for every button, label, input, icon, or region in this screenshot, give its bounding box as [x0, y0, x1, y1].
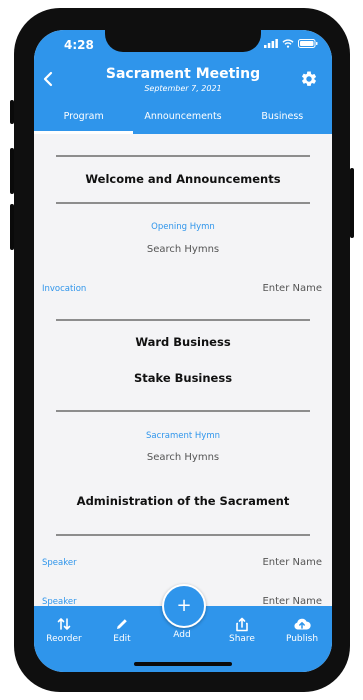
- cloud-upload-icon: [294, 618, 311, 630]
- notch: [105, 30, 261, 52]
- status-icons: [264, 39, 318, 48]
- signal-icon: [264, 39, 278, 48]
- opening-hymn-label: Opening Hymn: [151, 222, 215, 232]
- stake-business-heading: Stake Business: [133, 371, 233, 385]
- add-button[interactable]: +: [162, 584, 206, 628]
- share-icon: [236, 617, 248, 631]
- page-date: September 7, 2021: [144, 84, 222, 93]
- publish-button[interactable]: Publish: [272, 616, 332, 644]
- speaker-name-field[interactable]: Enter Name: [262, 557, 322, 568]
- invocation-name-field[interactable]: Enter Name: [262, 283, 322, 294]
- page-title: Sacrament Meeting: [105, 66, 261, 82]
- settings-button[interactable]: [300, 70, 318, 92]
- welcome-heading: Welcome and Announcements: [85, 172, 281, 186]
- edit-button[interactable]: Edit: [92, 616, 152, 644]
- power-button: [350, 168, 354, 238]
- edit-label: Edit: [113, 634, 131, 644]
- ward-business-heading: Ward Business: [135, 335, 231, 349]
- sacrament-hymn-search[interactable]: Search Hymns: [34, 452, 332, 463]
- tab-bar: Program Announcements Business: [34, 107, 332, 134]
- pencil-icon: [117, 619, 127, 629]
- tab-announcements[interactable]: Announcements: [133, 107, 232, 134]
- opening-hymn-search[interactable]: Search Hymns: [34, 244, 332, 255]
- battery-icon: [298, 39, 318, 48]
- divider: [56, 410, 310, 412]
- speaker-label: Speaker: [42, 558, 77, 568]
- add-label: Add: [173, 630, 191, 640]
- tab-business[interactable]: Business: [233, 107, 332, 134]
- reorder-label: Reorder: [46, 634, 82, 644]
- sacrament-hymn-label: Sacrament Hymn: [145, 431, 220, 441]
- publish-label: Publish: [285, 634, 319, 644]
- wifi-icon: [282, 39, 294, 48]
- app-screen: 4:28 Sacrament Meeting September 7, 2021…: [34, 30, 332, 672]
- reorder-button[interactable]: Reorder: [34, 616, 94, 644]
- share-button[interactable]: Share: [212, 616, 272, 644]
- volume-down-button: [10, 204, 14, 250]
- home-indicator: [134, 662, 232, 666]
- tab-program[interactable]: Program: [34, 107, 134, 134]
- reorder-icon: [57, 618, 71, 630]
- program-content: Welcome and Announcements Opening Hymn S…: [34, 134, 332, 607]
- administration-heading: Administration of the Sacrament: [76, 494, 290, 508]
- divider: [56, 155, 310, 157]
- plus-icon: +: [176, 595, 192, 616]
- divider: [56, 534, 310, 536]
- add-label-wrapper: Add: [152, 630, 212, 640]
- status-time: 4:28: [64, 38, 94, 52]
- share-label: Share: [229, 634, 255, 644]
- mute-switch: [10, 100, 14, 124]
- divider: [56, 202, 310, 204]
- volume-up-button: [10, 148, 14, 194]
- invocation-label: Invocation: [42, 284, 87, 294]
- gear-icon: [301, 71, 317, 86]
- divider: [56, 319, 310, 321]
